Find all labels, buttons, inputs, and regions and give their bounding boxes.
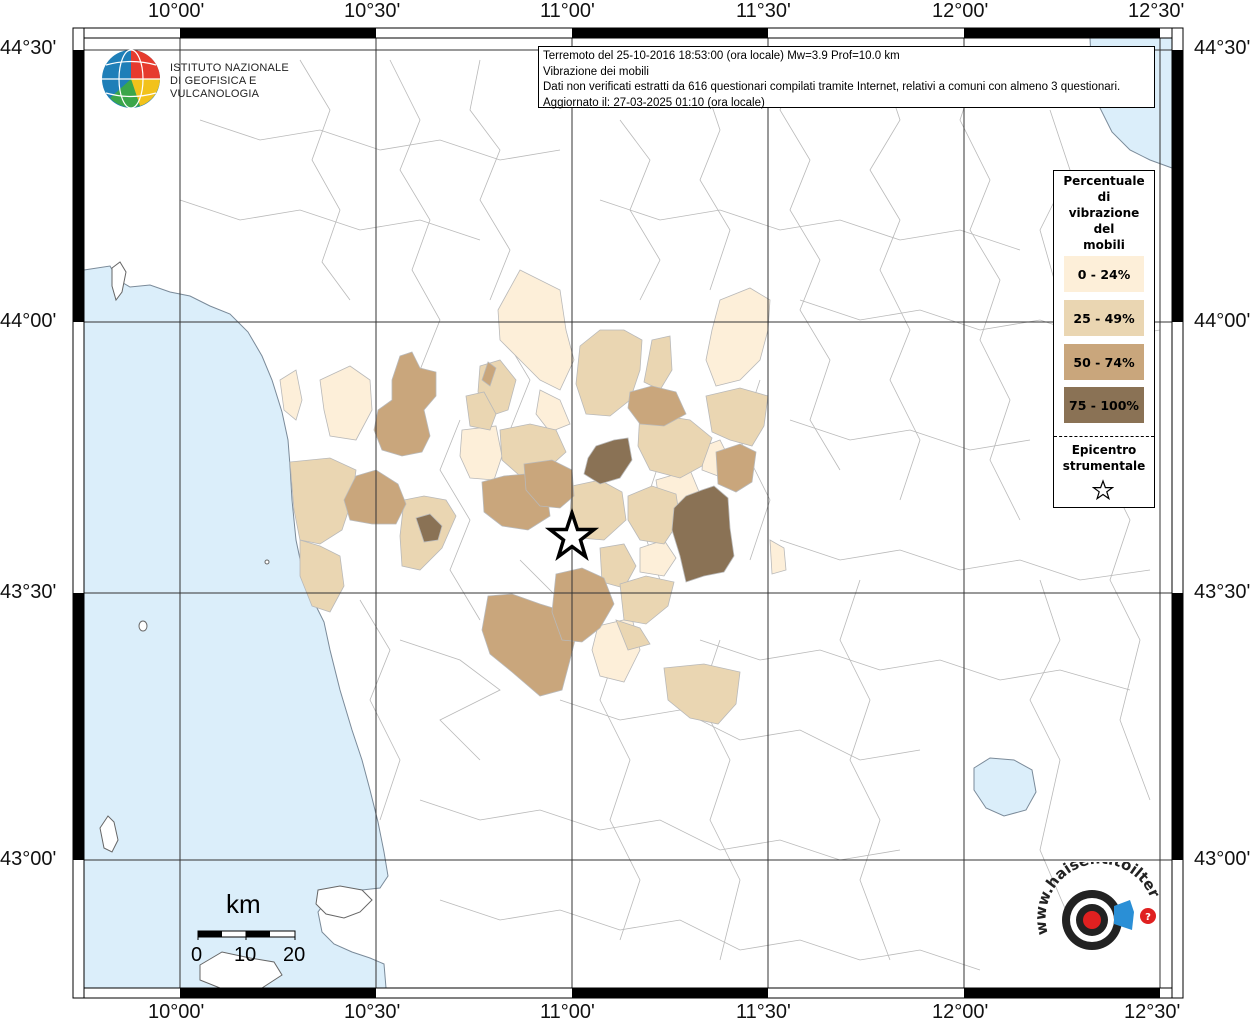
event-info-box: Terremoto del 25-10-2016 18:53:00 (ora l… (538, 46, 1155, 109)
legend-epicenter-line1: Epicentro (1071, 443, 1137, 457)
scale-tick-10: 10 (234, 944, 257, 966)
legend-title-line2: di (1097, 190, 1111, 204)
ingv-globe-icon (102, 49, 160, 109)
islet-meloria (264, 559, 270, 565)
lat-label-right-43-30: 43°30' (1194, 581, 1251, 603)
lon-label-12-00: 12°00' (932, 0, 989, 22)
lon-label-bottom-11-00: 11°00' (540, 1001, 595, 1023)
legend-epicenter-title: Epicentro strumentale (1054, 442, 1154, 474)
ingv-logo: ISTITUTO NAZIONALE DI GEOFISICA E VULCAN… (100, 48, 340, 110)
lon-label-bottom-12-00: 12°00' (932, 1001, 989, 1023)
lat-label-right-44-30: 44°30' (1194, 37, 1251, 59)
lon-label-bottom-10-30: 10°30' (344, 1001, 401, 1023)
legend-divider (1054, 436, 1154, 437)
scale-tick-0: 0 (191, 944, 203, 966)
island-gorgona (138, 620, 148, 632)
lat-label-43-30: 43°30' (0, 581, 57, 603)
lon-label-bottom-11-30: 11°30' (736, 1001, 791, 1023)
lat-label-44-00: 44°00' (0, 310, 57, 332)
lon-label-12-30: 12°30' (1128, 0, 1185, 22)
legend-title-line3: vibrazione (1068, 206, 1140, 220)
legend-title: Percentuale di vibrazione del mobili (1054, 171, 1154, 253)
legend-title-line1: Percentuale (1063, 174, 1145, 188)
lon-label-11-00: 11°00' (540, 0, 595, 22)
lat-label-44-30: 44°30' (0, 37, 57, 59)
legend-title-line4: del (1093, 222, 1115, 236)
ingv-name-line2: DI GEOFISICA E VULCANOLOGIA (170, 75, 260, 100)
legend-class-25-49: 25 - 49% (1064, 300, 1144, 336)
lon-label-11-30: 11°30' (736, 0, 791, 22)
hst-target-icon: ? www.haisentitoilterremoto.it (1022, 848, 1164, 950)
lon-label-10-00: 10°00' (148, 0, 205, 22)
lon-label-bottom-10-00: 10°00' (148, 1001, 205, 1023)
event-info-line4: Aggiornato il: 27-03-2025 01:10 (ora loc… (543, 96, 765, 109)
lon-label-bottom-12-30: 12°30' (1124, 1001, 1181, 1023)
legend-class-0-24: 0 - 24% (1064, 256, 1144, 292)
lon-label-10-30: 10°30' (344, 0, 401, 22)
scale-tick-20: 20 (283, 944, 306, 966)
hst-logo[interactable]: ? www.haisentitoilterremoto.it (1022, 848, 1166, 972)
lat-label-43-00: 43°00' (0, 848, 57, 870)
event-info-line3: Dati non verificati estratti da 616 ques… (543, 81, 1121, 93)
ingv-name-line1: ISTITUTO NAZIONALE (170, 62, 289, 74)
event-info-line2: Vibrazione dei mobili (543, 65, 649, 78)
lat-label-right-44-00: 44°00' (1194, 310, 1251, 332)
svg-text:?: ? (1145, 912, 1151, 923)
event-info-line1: Terremoto del 25-10-2016 18:53:00 (ora l… (543, 50, 900, 62)
legend-epicenter-line2: strumentale (1062, 459, 1146, 473)
lat-label-right-43-00: 43°00' (1194, 848, 1251, 870)
legend-title-line5: mobili (1083, 238, 1125, 252)
legend-class-50-74: 50 - 74% (1064, 344, 1144, 380)
legend-class-75-100: 75 - 100% (1064, 387, 1144, 423)
legend-star-icon (1092, 479, 1114, 501)
scale-unit-label: km (226, 889, 261, 919)
legend: Percentuale di vibrazione del mobili 0 -… (1053, 170, 1155, 508)
